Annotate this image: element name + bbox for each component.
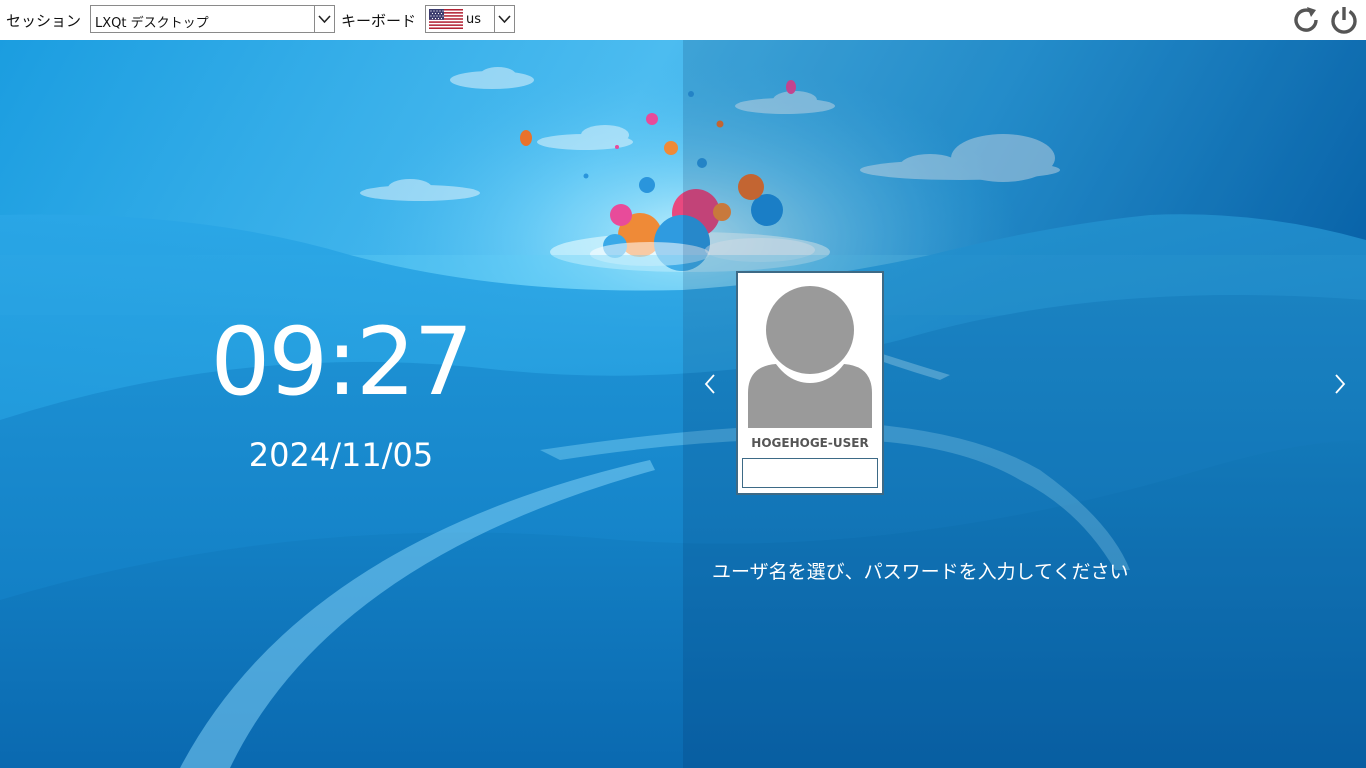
keyboard-select[interactable]: us — [425, 5, 515, 33]
chevron-down-icon — [314, 6, 334, 32]
top-bar: セッション LXQt デスクトップ キーボード us — [0, 0, 1366, 40]
user-avatar-icon — [746, 278, 874, 428]
user-card[interactable]: HOGEHOGE-USER — [736, 271, 884, 495]
keyboard-value: us — [466, 12, 482, 27]
session-value: LXQt デスクトップ — [95, 16, 209, 31]
clock-time: 09:27 — [210, 308, 474, 417]
password-field[interactable] — [742, 458, 878, 488]
us-flag-icon — [429, 9, 463, 29]
chevron-left-icon[interactable] — [701, 370, 719, 398]
login-prompt: ユーザ名を選び、パスワードを入力してください — [712, 561, 1129, 583]
chevron-down-icon — [494, 6, 514, 32]
chevron-right-icon[interactable] — [1331, 370, 1349, 398]
username-label: HOGEHOGE-USER — [751, 436, 869, 450]
keyboard-label: キーボード — [341, 12, 417, 30]
session-label: セッション — [6, 12, 82, 30]
restart-icon[interactable] — [1290, 4, 1322, 36]
power-icon[interactable] — [1328, 4, 1360, 36]
session-select[interactable]: LXQt デスクトップ — [90, 5, 335, 33]
clock-date: 2024/11/05 — [248, 436, 434, 474]
